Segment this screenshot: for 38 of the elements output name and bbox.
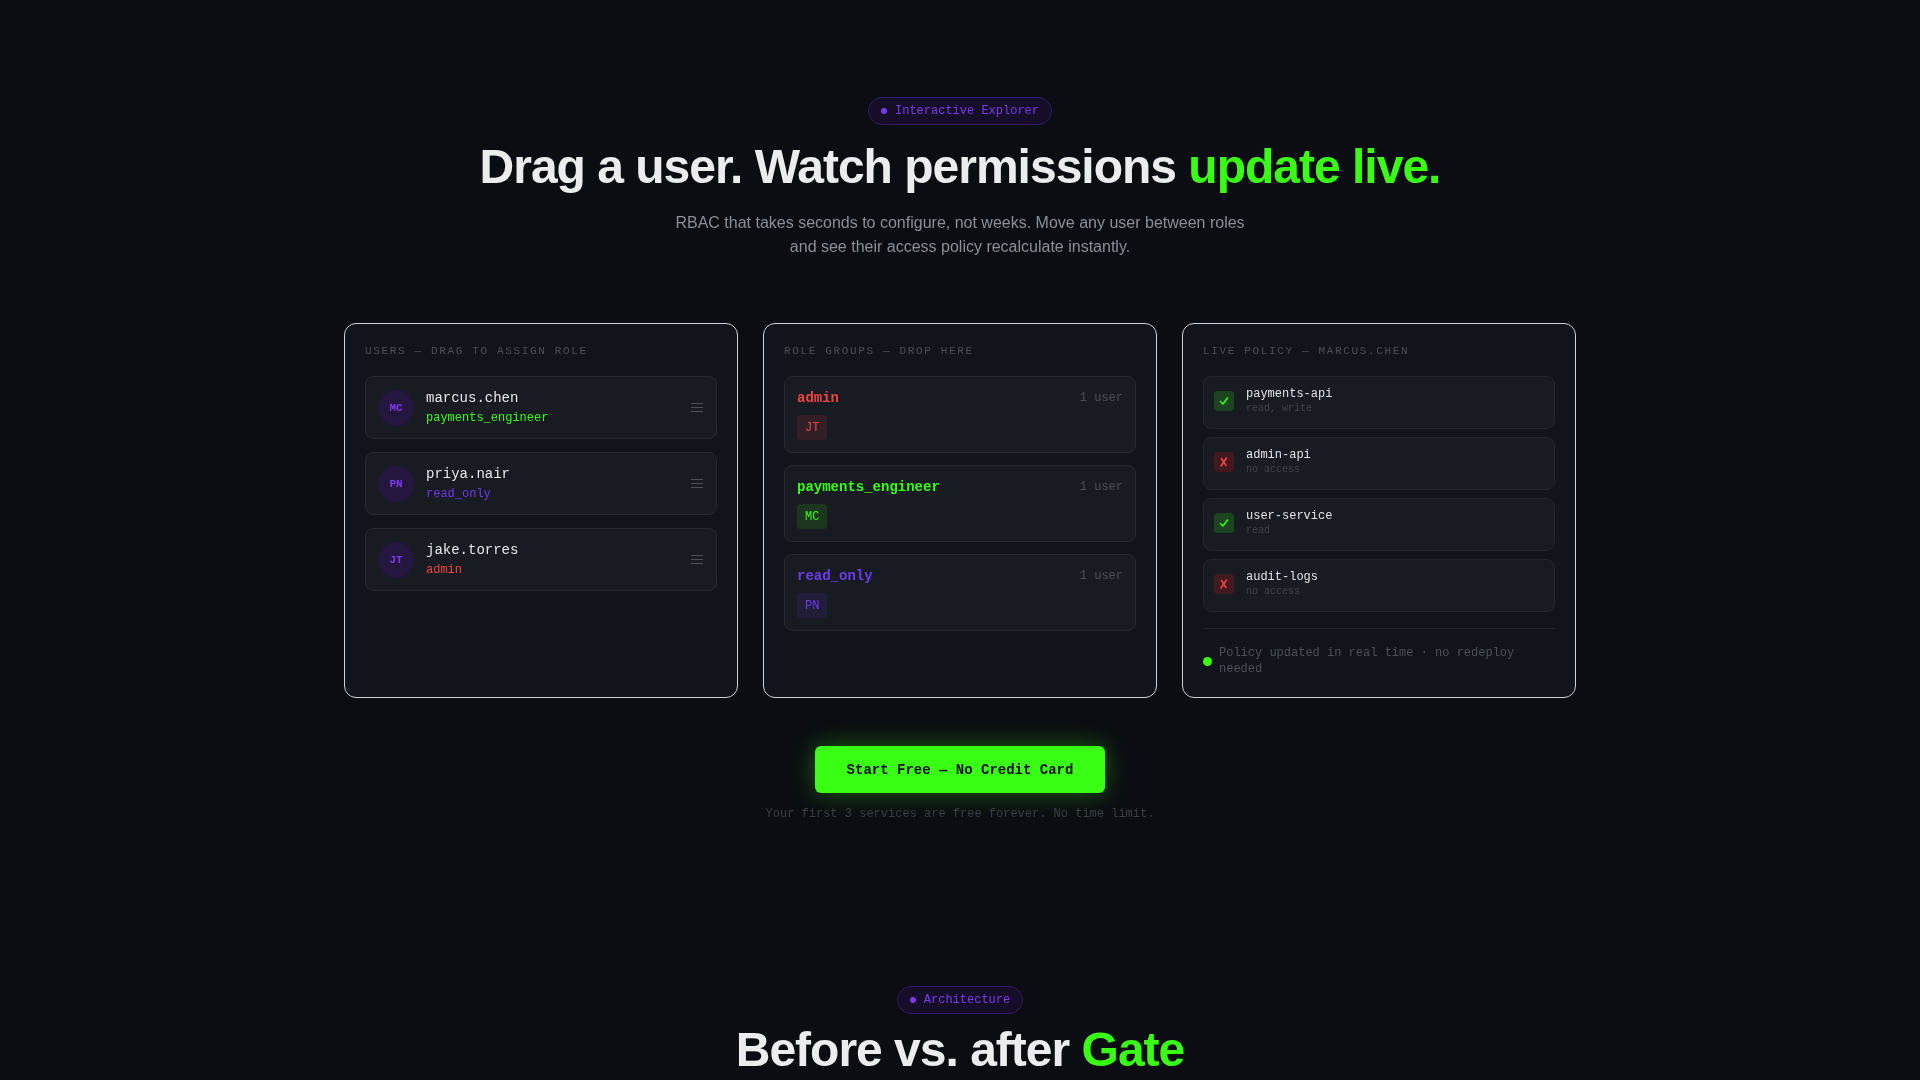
drag-handle-icon[interactable]	[691, 555, 703, 564]
dot-icon	[881, 108, 887, 114]
drag-handle-icon[interactable]	[691, 403, 703, 412]
status-dot-icon	[1203, 656, 1212, 666]
service-name: admin-api	[1246, 447, 1311, 463]
start-free-button[interactable]: Start Free — No Credit Card	[814, 746, 1106, 793]
dot-icon	[909, 997, 916, 1003]
hero-title: Drag a user. Watch permissions update live.	[479, 139, 1441, 195]
user-avatar: PN	[378, 465, 414, 502]
role-name: payments_engineer	[797, 478, 940, 496]
service-name: user-service	[1246, 508, 1333, 524]
panel-heading: ROLE GROUPS — DROP HERE	[784, 344, 975, 358]
section-label: Architecture	[923, 992, 1011, 1008]
user-avatar: JT	[378, 541, 414, 578]
user-role: read_only	[426, 486, 491, 502]
user-name: priya.nair	[426, 465, 510, 483]
section-title: Before vs. after Gate	[735, 1024, 1185, 1076]
user-name: marcus.chen	[426, 389, 519, 407]
role-name: admin	[797, 389, 839, 407]
hero-subtitle: RBAC that takes seconds to configure, not weeks. Move any user between roles and see their access policy recalculate instantly.	[674, 213, 1246, 257]
member-chip: MC	[797, 504, 828, 529]
section-label: Interactive Explorer	[895, 103, 1039, 119]
drag-handle-icon[interactable]	[691, 479, 703, 488]
member-chip: PN	[797, 593, 828, 618]
user-role: admin	[426, 562, 462, 578]
user-avatar: MC	[378, 389, 414, 426]
role-name: read_only	[797, 567, 873, 585]
service-name: audit-logs	[1246, 569, 1318, 585]
panel-heading: USERS — DRAG TO ASSIGN ROLE	[365, 344, 589, 358]
user-name: jake.torres	[426, 541, 519, 559]
service-name: payments-api	[1246, 386, 1333, 402]
member-chip: JT	[797, 415, 828, 440]
user-card[interactable]: MC marcus.chen payments_engineer	[365, 376, 717, 439]
user-card[interactable]: PN priya.nair read_only	[365, 452, 717, 515]
user-role: payments_engineer	[426, 410, 549, 426]
status-note: Policy updated in real time · no redeploy needed	[1219, 645, 1516, 677]
panel-heading: LIVE POLICY — MARCUS.CHEN	[1203, 344, 1411, 358]
user-card[interactable]: JT jake.torres admin	[365, 528, 717, 591]
